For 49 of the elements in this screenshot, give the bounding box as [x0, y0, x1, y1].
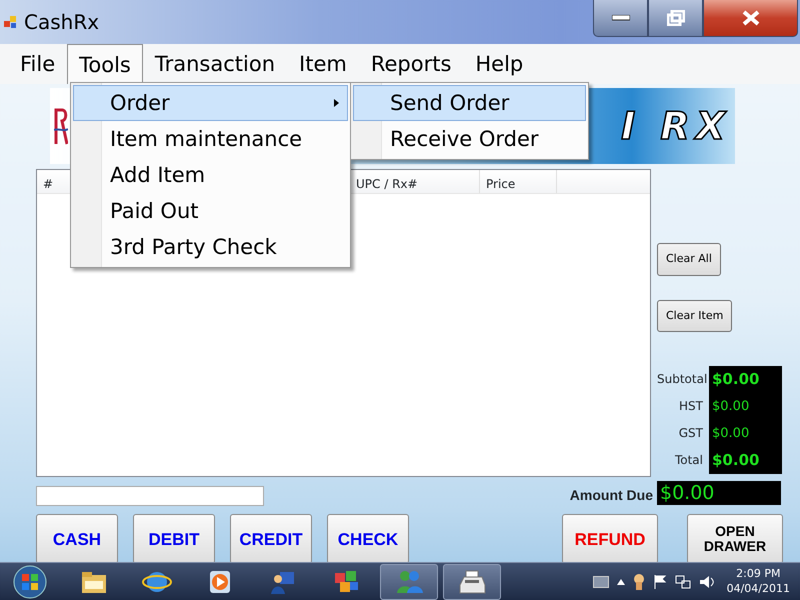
- menu-item[interactable]: Help: [463, 44, 536, 84]
- open-drawer-button[interactable]: OPEN DRAWER: [687, 514, 783, 564]
- clock-time[interactable]: 2:09 PM: [726, 566, 790, 582]
- menu-entry[interactable]: Send Order: [353, 85, 586, 121]
- speaker-icon[interactable]: [698, 574, 715, 588]
- menu-item[interactable]: File: [8, 44, 68, 84]
- clock-date[interactable]: 04/04/2011: [726, 582, 790, 596]
- amount-due-value: $0.00: [657, 480, 781, 504]
- banner-text: I RX: [621, 102, 731, 150]
- total-label: Total: [674, 452, 704, 469]
- input-field[interactable]: [36, 486, 264, 506]
- logo-icon: [54, 106, 68, 146]
- flag-icon[interactable]: [652, 574, 667, 588]
- caret-icon[interactable]: [616, 578, 625, 584]
- menu-item[interactable]: Item: [287, 44, 359, 84]
- close-icon: [742, 10, 760, 26]
- amount-due-label: Amount Due: [570, 486, 653, 505]
- minimize-icon: [612, 15, 630, 21]
- total-label: Subtotal: [657, 371, 708, 388]
- menu-item[interactable]: Transaction: [142, 44, 288, 84]
- menu-item[interactable]: Reports: [358, 44, 464, 84]
- taskbar-button[interactable]: [443, 564, 501, 600]
- network-icon[interactable]: [674, 574, 691, 588]
- menu-entry[interactable]: Receive Order: [353, 121, 586, 157]
- payment-button[interactable]: CREDIT: [230, 514, 312, 564]
- payment-button[interactable]: CHECK: [327, 514, 409, 564]
- restore-icon: [666, 10, 684, 26]
- payment-button[interactable]: CASH: [36, 514, 118, 564]
- menu-entry[interactable]: Paid Out: [73, 193, 348, 229]
- menu-entry[interactable]: Order: [73, 85, 348, 121]
- menu-entry[interactable]: 3rd Party Check: [73, 229, 348, 265]
- app-icon: [4, 15, 18, 29]
- total-label: GST: [678, 425, 704, 442]
- clear-item-button[interactable]: Clear Item: [657, 300, 732, 332]
- total-label: HST: [678, 398, 704, 415]
- minimize-button[interactable]: [593, 0, 648, 37]
- menu-item[interactable]: Tools: [67, 44, 143, 84]
- close-button[interactable]: [703, 0, 798, 37]
- column-header: Price: [480, 170, 557, 193]
- clear-all-button[interactable]: Clear All: [657, 243, 721, 276]
- total-value: $0.00: [709, 393, 782, 420]
- maximize-button[interactable]: [648, 0, 703, 37]
- payment-button[interactable]: DEBIT: [133, 514, 215, 564]
- total-value: $0.00: [709, 420, 782, 447]
- total-value: $0.00: [709, 366, 782, 393]
- window-title: CashRx: [24, 9, 100, 36]
- menu-entry[interactable]: Item maintenance: [73, 121, 348, 157]
- refund-button[interactable]: REFUND: [562, 514, 658, 564]
- total-value: $0.00: [709, 447, 782, 474]
